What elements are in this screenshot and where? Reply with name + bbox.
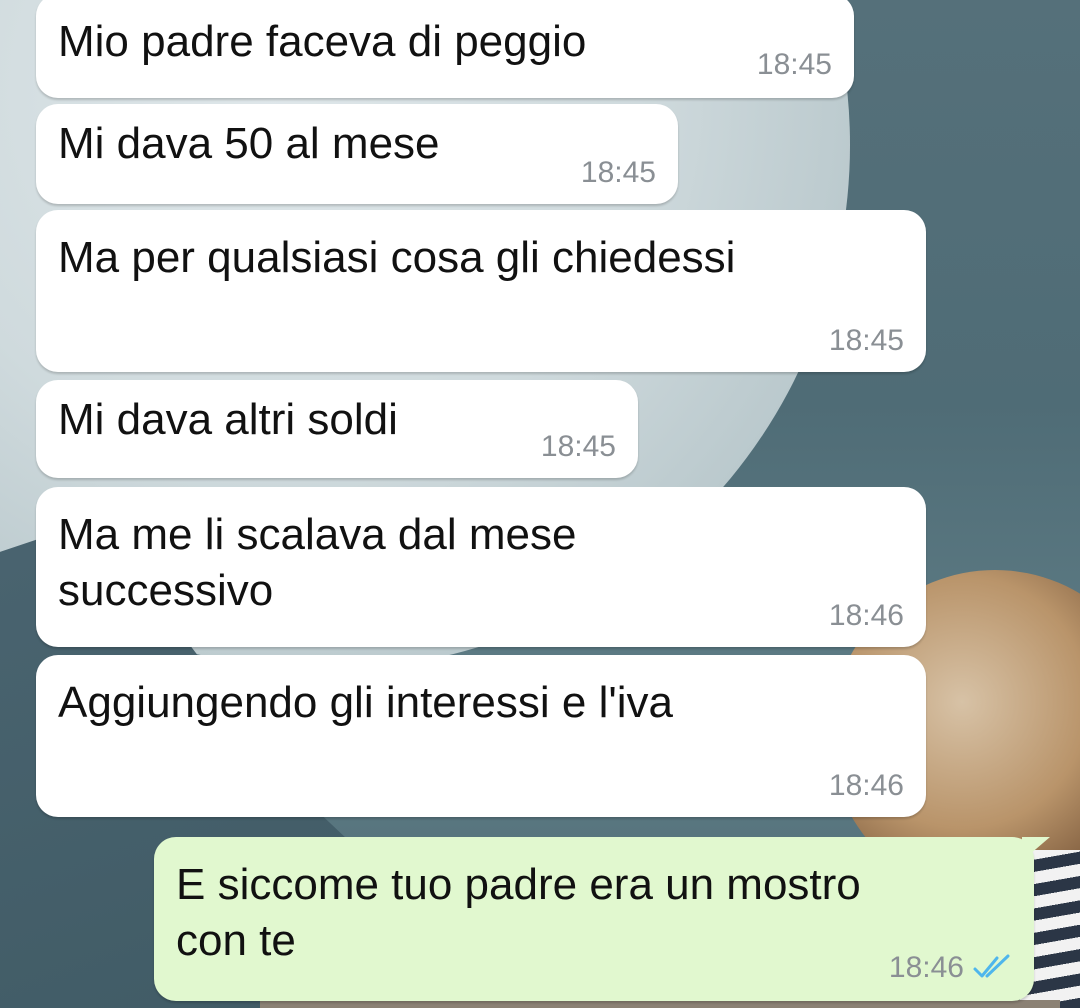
message-text: Mi dava altri soldi — [58, 395, 398, 444]
message-text: Mio padre faceva di peggio — [58, 17, 587, 66]
message-text: Mi dava 50 al mese — [58, 119, 440, 168]
message-text: Ma me li scalava dal mese successivo — [58, 510, 577, 615]
message-bubble-incoming[interactable]: Mi dava altri soldi 18:45 — [36, 380, 638, 478]
message-time: 18:46 — [828, 769, 904, 802]
message-meta: 18:45 — [757, 48, 832, 82]
message-text: Ma per qualsiasi cosa gli chiedessi — [58, 233, 736, 282]
message-time: 18:45 — [756, 48, 832, 81]
message-time: 18:46 — [828, 599, 904, 632]
message-meta: 18:45 — [581, 156, 656, 190]
bubble-tail — [1022, 837, 1050, 861]
message-meta: 18:46 — [829, 769, 904, 803]
message-time: 18:45 — [828, 324, 904, 357]
message-bubble-outgoing[interactable]: E siccome tuo padre era un mostro con te… — [154, 837, 1050, 1001]
message-time: 18:45 — [540, 430, 616, 463]
message-meta: 18:45 — [829, 324, 904, 358]
message-meta: 18:45 — [541, 430, 616, 464]
message-meta: 18:46 — [889, 951, 1012, 985]
message-bubble-incoming[interactable]: Ma per qualsiasi cosa gli chiedessi 18:4… — [36, 210, 926, 372]
message-time: 18:46 — [888, 951, 964, 984]
message-bubble-incoming[interactable]: Aggiungendo gli interessi e l'iva 18:46 — [36, 655, 926, 817]
message-list[interactable]: Mio padre faceva di peggio 18:45 Mi dava… — [0, 0, 1080, 1008]
message-bubble-incoming[interactable]: Mio padre faceva di peggio 18:45 — [36, 0, 854, 98]
double-check-icon — [973, 954, 1010, 978]
message-text: Aggiungendo gli interessi e l'iva — [58, 678, 674, 727]
message-bubble-incoming[interactable]: Ma me li scalava dal mese successivo 18:… — [36, 487, 926, 647]
message-meta: 18:46 — [829, 599, 904, 633]
message-time: 18:45 — [580, 156, 656, 189]
message-text: E siccome tuo padre era un mostro con te — [176, 860, 861, 965]
message-bubble-incoming[interactable]: Mi dava 50 al mese 18:45 — [36, 104, 678, 204]
